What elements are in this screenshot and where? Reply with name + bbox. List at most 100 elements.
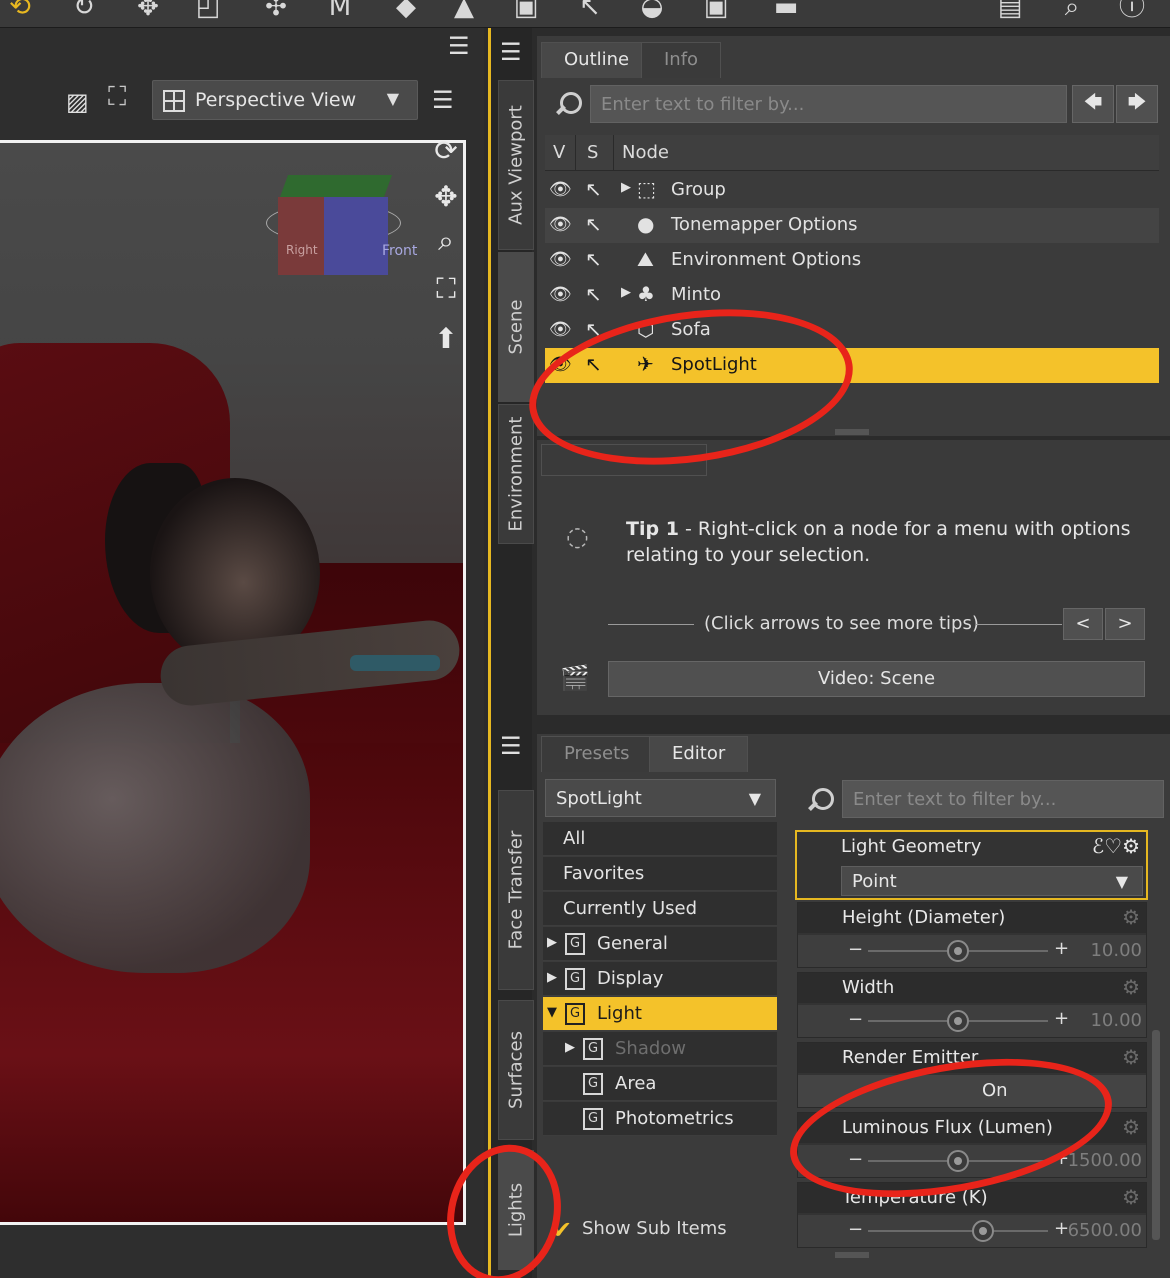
reset-view-icon[interactable]: ⬆ xyxy=(428,322,464,356)
gear-icon[interactable]: ⚙ xyxy=(1122,975,1140,999)
node-weight-brush-icon[interactable]: ✣ xyxy=(262,0,290,20)
property-category[interactable]: Favorites xyxy=(543,857,777,891)
increment-icon[interactable]: + xyxy=(1054,1008,1069,1029)
frame-icon[interactable]: ⛶ xyxy=(428,272,464,306)
outline-row[interactable]: 👁 ↖ ✈ SpotLight xyxy=(545,348,1159,383)
visibility-icon[interactable]: 👁 xyxy=(549,354,572,375)
slider-knob[interactable] xyxy=(947,940,969,962)
tab-environment[interactable]: Environment xyxy=(498,404,534,544)
pointer-icon[interactable]: ↖ xyxy=(576,0,604,20)
param-slider[interactable]: − +6500.00 xyxy=(798,1215,1146,1247)
pane-group-menu-icon[interactable]: ☰ xyxy=(500,38,522,66)
viewport-menu-icon[interactable]: ☰ xyxy=(432,86,454,114)
selectable-icon[interactable]: ↖ xyxy=(585,247,602,271)
zoom-icon[interactable]: ⌕ xyxy=(428,224,464,258)
help-icon[interactable]: ⌕ xyxy=(1058,0,1086,20)
render-settings-icon[interactable]: ▬ xyxy=(772,0,800,20)
gear-icon[interactable]: ⚙ xyxy=(1122,1115,1140,1139)
decrement-icon[interactable]: − xyxy=(848,1219,863,1240)
decrement-icon[interactable]: − xyxy=(848,1009,863,1030)
outline-row[interactable]: 👁 ↖ ⬡ Sofa xyxy=(545,313,1159,348)
viewport-canvas[interactable] xyxy=(0,140,466,1225)
lighting-icon[interactable]: ⛶ xyxy=(108,82,126,113)
joint-editor-icon[interactable]: M xyxy=(326,0,354,20)
surface-selection-icon[interactable]: ▲ xyxy=(450,0,478,20)
video-scene-button[interactable]: Video: Scene xyxy=(608,661,1145,697)
pane-group-menu-icon-2[interactable]: ☰ xyxy=(500,732,522,760)
slider-knob[interactable] xyxy=(972,1220,994,1242)
universal-tool-icon[interactable]: ⟲ xyxy=(6,0,34,20)
increment-icon[interactable]: + xyxy=(1054,938,1069,959)
gear-icon[interactable]: ⚙ xyxy=(1122,1185,1140,1209)
nav-cube-front-face[interactable]: Front xyxy=(324,197,417,275)
draw-style-icon[interactable]: ▨ xyxy=(66,88,89,116)
translate-tool-icon[interactable]: ✥ xyxy=(134,0,162,20)
expand-arrow-icon[interactable]: ▶ xyxy=(621,285,631,300)
property-filter-input[interactable]: Enter text to filter by... xyxy=(842,780,1164,818)
orbit-icon[interactable]: ⟳ xyxy=(428,134,464,168)
outline-row[interactable]: 👁 ↖ ⛰ Environment Options xyxy=(545,243,1159,278)
property-category[interactable]: All xyxy=(543,822,777,856)
outline-row[interactable]: 👁 ↖ ▶ ♣ Minto xyxy=(545,278,1159,313)
tab-editor[interactable]: Editor xyxy=(649,736,749,772)
selectable-icon[interactable]: ↖ xyxy=(585,352,602,376)
selectable-icon[interactable]: ↖ xyxy=(585,317,602,341)
param-slider[interactable]: − +10.00 xyxy=(798,935,1146,967)
decrement-icon[interactable]: − xyxy=(848,939,863,960)
column-node[interactable]: Node xyxy=(622,142,669,163)
view-selector[interactable]: Perspective View ▼ xyxy=(152,80,418,120)
decrement-icon[interactable]: − xyxy=(848,1149,863,1170)
param-value[interactable]: 1500.00 xyxy=(1068,1150,1142,1171)
scale-tool-icon[interactable]: ◰ xyxy=(194,0,222,20)
tab-lights[interactable]: Lights xyxy=(498,1150,534,1270)
tab-aux-viewport[interactable]: Aux Viewport xyxy=(498,80,534,250)
expand-arrow-icon[interactable]: ▶ xyxy=(565,1040,575,1055)
rotate-tool-icon[interactable]: ↻ xyxy=(70,0,98,20)
spot-render-icon[interactable]: ◒ xyxy=(638,0,666,20)
tab-outline[interactable]: Outline xyxy=(541,42,653,78)
visibility-icon[interactable]: 👁 xyxy=(549,214,572,235)
render-icon[interactable]: ▣ xyxy=(512,0,540,20)
property-category[interactable]: ▼ G Light xyxy=(543,997,777,1031)
param-value[interactable]: 6500.00 xyxy=(1068,1220,1142,1241)
column-selectable[interactable]: S xyxy=(587,142,598,163)
property-category[interactable]: G Photometrics xyxy=(543,1102,777,1136)
scene-filter-input[interactable]: Enter text to filter by... xyxy=(590,85,1067,123)
property-category[interactable]: ▶ G Shadow xyxy=(543,1032,777,1066)
show-sub-items-checkbox[interactable]: ✔ xyxy=(552,1216,572,1244)
param-slider[interactable]: − +10.00 xyxy=(798,1005,1146,1037)
expand-arrow-icon[interactable]: ▶ xyxy=(547,970,557,985)
prev-tip-button[interactable]: < xyxy=(1063,608,1103,640)
gear-icon[interactable]: ⚙ xyxy=(1122,1045,1140,1069)
visibility-icon[interactable]: 👁 xyxy=(549,179,572,200)
camera-icon[interactable]: ▣ xyxy=(702,0,730,20)
navigation-cube[interactable]: Right Front xyxy=(266,175,417,275)
param-scrollbar[interactable] xyxy=(1152,1030,1160,1240)
property-category[interactable]: G Area xyxy=(543,1067,777,1101)
slider-knob[interactable] xyxy=(947,1010,969,1032)
slider-knob[interactable] xyxy=(947,1150,969,1172)
property-category[interactable]: Currently Used xyxy=(543,892,777,926)
column-visible[interactable]: V xyxy=(553,142,565,163)
expand-arrow-icon[interactable]: ▶ xyxy=(547,935,557,950)
pane-menu-icon[interactable]: ☰ xyxy=(448,32,470,60)
tab-presets[interactable]: Presets xyxy=(541,736,653,772)
scene-prev-button[interactable]: 🡄 xyxy=(1072,85,1114,123)
param-toggle[interactable]: On xyxy=(798,1075,1146,1107)
scene-next-button[interactable]: 🡆 xyxy=(1116,85,1158,123)
expand-arrow-icon[interactable]: ▼ xyxy=(547,1005,557,1020)
property-category[interactable]: ▶ G General xyxy=(543,927,777,961)
geometry-editor-icon[interactable]: ◆ xyxy=(392,0,420,20)
selectable-icon[interactable]: ↖ xyxy=(585,177,602,201)
nav-cube-top[interactable] xyxy=(279,175,393,197)
expand-arrow-icon[interactable]: ▶ xyxy=(621,180,631,195)
ds-icon[interactable]: ▤ xyxy=(996,0,1024,20)
visibility-icon[interactable]: 👁 xyxy=(549,249,572,270)
tab-info[interactable]: Info xyxy=(641,42,722,78)
tab-surfaces[interactable]: Surfaces xyxy=(498,1000,534,1140)
gear-icon[interactable]: ⚙ xyxy=(1122,905,1140,929)
info-icon[interactable]: ⓘ xyxy=(1118,0,1146,20)
tab-scene[interactable]: Scene xyxy=(498,252,534,402)
param-slider[interactable]: − +1500.00 xyxy=(798,1145,1146,1177)
outline-row[interactable]: 👁 ↖ ▶ ⬚ Group xyxy=(545,173,1159,208)
